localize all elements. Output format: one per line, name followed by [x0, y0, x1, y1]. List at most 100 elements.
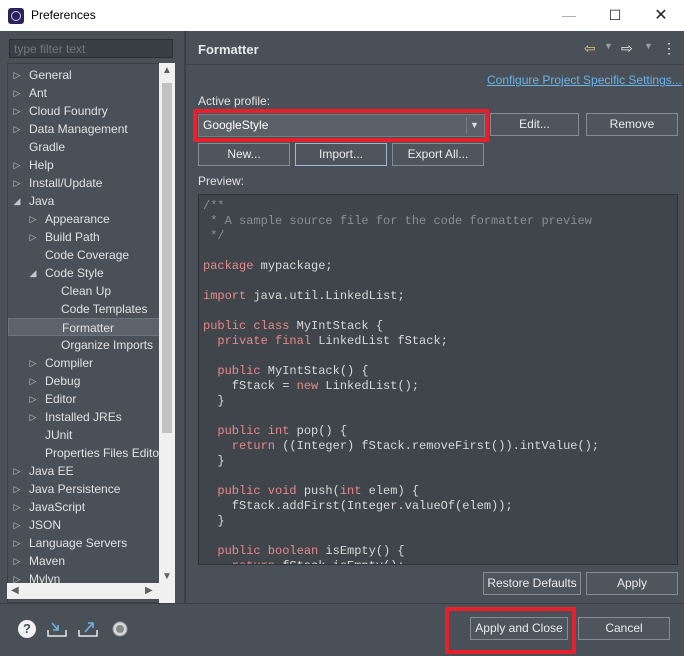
code-line: return ((Integer) fStack.removeFirst()).… — [203, 439, 599, 453]
code-line: public class MyIntStack { — [203, 319, 383, 333]
maximize-button[interactable]: ☐ — [592, 0, 638, 31]
tree-item[interactable]: ▷ Installed JREs — [8, 408, 160, 426]
tree-item[interactable]: ▷ JSON — [8, 516, 160, 534]
tree-item[interactable]: ▷ Debug — [8, 372, 160, 390]
tree-item[interactable]: ▷ Java Persistence — [8, 480, 160, 498]
tree-item[interactable]: Clean Up — [8, 282, 160, 300]
configure-project-settings-link[interactable]: Configure Project Specific Settings... — [487, 73, 682, 87]
pane-splitter[interactable] — [184, 31, 186, 603]
code-token: fStack.isEmpty(); — [275, 559, 404, 564]
code-line: public int pop() { — [203, 424, 347, 438]
code-token: public void — [203, 484, 297, 498]
cancel-button[interactable]: Cancel — [578, 617, 670, 640]
tree-item[interactable]: ▷ General — [8, 66, 160, 84]
tree-collapsed-icon[interactable]: ▷ — [12, 174, 22, 192]
tree-collapsed-icon[interactable]: ▷ — [12, 552, 22, 570]
code-token: } — [203, 514, 225, 528]
code-token: package — [203, 259, 254, 273]
tree-collapsed-icon[interactable]: ▷ — [12, 462, 22, 480]
filter-input[interactable] — [9, 39, 173, 58]
code-token: ((Integer) fStack.removeFirst()).intValu… — [275, 439, 600, 453]
tree-collapsed-icon[interactable]: ▷ — [12, 516, 22, 534]
tree-item[interactable]: ▷ Cloud Foundry — [8, 102, 160, 120]
tree-item[interactable]: Properties Files Editor — [8, 444, 163, 462]
tree-item-label: JavaScript — [29, 500, 86, 514]
tree-collapsed-icon[interactable]: ▷ — [12, 480, 22, 498]
forward-arrow-icon[interactable]: ⇨ — [621, 40, 633, 57]
back-dropdown-icon[interactable]: ▼ — [604, 41, 613, 51]
code-line: } — [203, 514, 225, 528]
tree-item[interactable]: ▷ Appearance — [8, 210, 160, 228]
close-button[interactable]: ✕ — [638, 0, 684, 31]
scroll-thumb[interactable] — [162, 83, 172, 433]
tree-item-label: Editor — [45, 392, 77, 406]
tree-item[interactable]: ▷ Ant — [8, 84, 160, 102]
tree-item[interactable]: Organize Imports — [8, 336, 160, 354]
new-profile-button[interactable]: New... — [198, 143, 290, 166]
tree-item[interactable]: JUnit — [8, 426, 160, 444]
import-button[interactable]: Import... — [295, 143, 387, 166]
tree-collapsed-icon[interactable]: ▷ — [12, 534, 22, 552]
oomph-record-icon[interactable] — [111, 620, 129, 638]
restore-defaults-button[interactable]: Restore Defaults — [483, 572, 581, 595]
tree-horizontal-scrollbar[interactable]: ◀ ▶ — [7, 583, 159, 599]
help-icon[interactable]: ? — [18, 620, 36, 638]
tree-item[interactable]: ◢ Java — [8, 192, 160, 210]
tree-collapsed-icon[interactable]: ▷ — [28, 372, 38, 390]
code-token: java.util.LinkedList; — [246, 289, 405, 303]
tree-item-label: General — [29, 68, 72, 82]
tree-collapsed-icon[interactable]: ▷ — [12, 66, 22, 84]
import-preferences-icon[interactable] — [46, 620, 68, 638]
forward-dropdown-icon[interactable]: ▼ — [644, 41, 653, 51]
tree-item[interactable]: ▷ Editor — [8, 390, 160, 408]
tree-collapsed-icon[interactable]: ▷ — [12, 498, 22, 516]
title-bar: Preferences — ☐ ✕ — [0, 0, 684, 31]
code-token: isEmpty() { — [318, 544, 405, 558]
tree-expanded-icon[interactable]: ◢ — [12, 192, 22, 210]
tree-item[interactable]: ◢ Code Style — [8, 264, 160, 282]
tree-item[interactable]: ▷ Install/Update — [8, 174, 160, 192]
tree-item[interactable]: ▷ Build Path — [8, 228, 160, 246]
tree-item[interactable]: Formatter — [8, 318, 160, 336]
code-token: mypackage; — [253, 259, 333, 273]
tree-collapsed-icon[interactable]: ▷ — [28, 408, 38, 426]
tree-collapsed-icon[interactable]: ▷ — [28, 228, 38, 246]
back-arrow-icon[interactable]: ⇦ — [584, 40, 596, 57]
tree-item[interactable]: ▷ Help — [8, 156, 160, 174]
code-preview: /** * A sample source file for the code … — [198, 194, 678, 565]
tree-item[interactable]: Gradle — [8, 138, 160, 156]
app-icon — [8, 8, 24, 24]
scroll-up-icon[interactable]: ▲ — [162, 65, 172, 76]
code-token: LinkedList(); — [318, 379, 420, 393]
tree-collapsed-icon[interactable]: ▷ — [12, 84, 22, 102]
code-token: MyIntStack { — [289, 319, 384, 333]
scroll-right-icon[interactable]: ▶ — [145, 585, 153, 596]
tree-item[interactable]: ▷ Compiler — [8, 354, 160, 372]
code-line: public boolean isEmpty() { — [203, 544, 405, 558]
tree-item[interactable]: Code Templates — [8, 300, 160, 318]
export-all-button[interactable]: Export All... — [392, 143, 484, 166]
tree-item[interactable]: ▷ Data Management — [8, 120, 160, 138]
tree-collapsed-icon[interactable]: ▷ — [12, 120, 22, 138]
tree-item-label: Java Persistence — [29, 482, 121, 496]
view-menu-icon[interactable]: ⋮ — [662, 40, 676, 57]
tree-item[interactable]: Code Coverage — [8, 246, 160, 264]
tree-collapsed-icon[interactable]: ▷ — [28, 210, 38, 228]
tree-item[interactable]: ▷ Java EE — [8, 462, 160, 480]
scroll-down-icon[interactable]: ▼ — [162, 571, 172, 582]
edit-button[interactable]: Edit... — [490, 113, 579, 136]
export-preferences-icon[interactable] — [77, 620, 99, 638]
tree-item[interactable]: ▷ Language Servers — [8, 534, 160, 552]
tree-collapsed-icon[interactable]: ▷ — [12, 102, 22, 120]
tree-collapsed-icon[interactable]: ▷ — [28, 354, 38, 372]
scroll-left-icon[interactable]: ◀ — [11, 585, 19, 596]
apply-button[interactable]: Apply — [586, 572, 678, 595]
tree-collapsed-icon[interactable]: ▷ — [12, 156, 22, 174]
tree-vertical-scrollbar[interactable]: ▲ ▼ — [159, 63, 175, 603]
tree-collapsed-icon[interactable]: ▷ — [28, 390, 38, 408]
remove-button[interactable]: Remove — [586, 113, 678, 136]
tree-expanded-icon[interactable]: ◢ — [28, 264, 38, 282]
tree-item[interactable]: ▷ JavaScript — [8, 498, 160, 516]
tree-item[interactable]: ▷ Maven — [8, 552, 160, 570]
minimize-button[interactable]: — — [546, 0, 592, 31]
